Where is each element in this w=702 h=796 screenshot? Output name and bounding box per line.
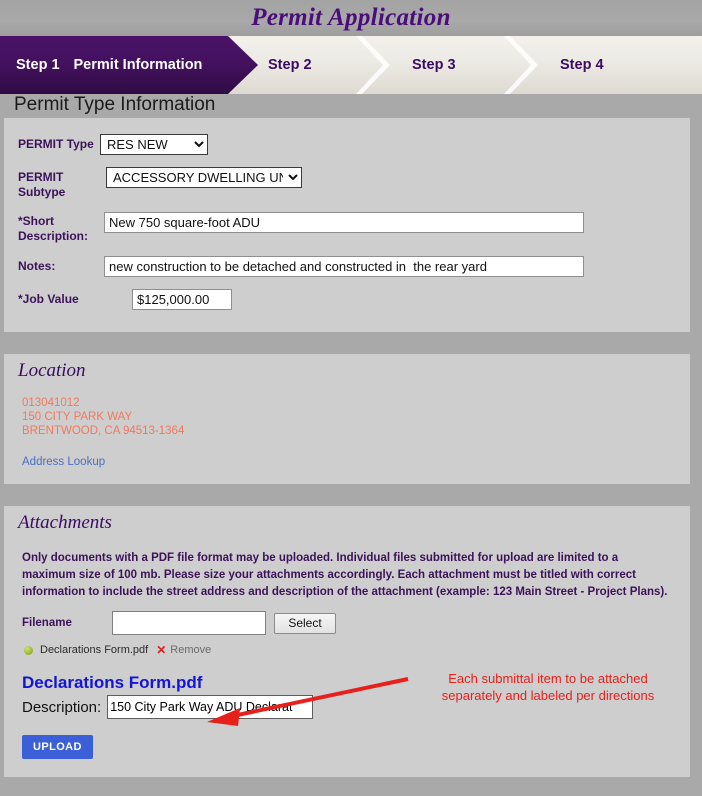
permit-application-page: Permit Application Step 1 Permit Informa… xyxy=(0,0,702,796)
row-notes: Notes: xyxy=(4,256,690,277)
short-description-input[interactable] xyxy=(104,212,584,233)
attachment-description-input[interactable] xyxy=(107,695,314,719)
page-title-bar: Permit Application xyxy=(0,0,702,36)
upload-button[interactable]: UPLOAD xyxy=(22,735,93,759)
permit-subtype-label-line1: PERMIT xyxy=(18,170,64,184)
notes-input[interactable] xyxy=(104,256,584,277)
short-description-label-line2: Description: xyxy=(18,229,89,243)
permit-subtype-label: PERMIT Subtype xyxy=(18,167,100,200)
remove-file-link[interactable]: Remove xyxy=(170,644,211,656)
permit-type-section-header: Permit Type Information xyxy=(0,94,702,118)
uploaded-file-name: Declarations Form.pdf xyxy=(40,644,149,656)
step-1-label: Permit Information xyxy=(73,57,203,73)
permit-subtype-label-line2: Subtype xyxy=(18,185,66,199)
step-4-number: Step 4 xyxy=(560,57,604,73)
wizard-step-bar: Step 1 Permit Information Step 2 Step 3 … xyxy=(0,36,702,94)
permit-type-select[interactable]: RES NEW xyxy=(100,134,208,155)
green-dot-icon xyxy=(24,645,33,655)
job-value-input[interactable] xyxy=(132,289,232,310)
attachment-description-label: Description: xyxy=(22,698,102,716)
filename-label: Filename xyxy=(22,617,72,629)
location-section-title: Location xyxy=(18,360,86,381)
row-permit-type: PERMIT Type RES NEW xyxy=(4,134,690,155)
step-3-number: Step 3 xyxy=(412,57,456,73)
permit-subtype-select[interactable]: ACCESSORY DWELLING UNIT xyxy=(106,167,302,188)
location-street: 150 CITY PARK WAY xyxy=(22,411,133,423)
filename-row: Filename Select xyxy=(4,601,690,635)
row-permit-subtype: PERMIT Subtype ACCESSORY DWELLING UNIT xyxy=(4,167,690,200)
tab-step-2[interactable]: Step 2 xyxy=(268,36,408,94)
short-description-label-line1: *Short xyxy=(18,214,54,228)
attachment-description-row: Description: xyxy=(4,693,690,719)
short-description-label: *Short Description: xyxy=(18,212,100,244)
notes-label: Notes: xyxy=(18,259,56,273)
location-parcel: 013041012 xyxy=(22,397,80,409)
page-title: Permit Application xyxy=(251,4,451,31)
attachment-document-title: Declarations Form.pdf xyxy=(22,673,203,692)
row-short-description: *Short Description: xyxy=(4,212,690,244)
row-job-value: *Job Value xyxy=(4,289,690,310)
tab-step-3[interactable]: Step 3 xyxy=(412,36,552,94)
filename-input[interactable] xyxy=(112,611,266,635)
job-value-label: *Job Value xyxy=(18,292,79,306)
location-separator-band xyxy=(0,332,702,354)
permit-type-label: PERMIT Type xyxy=(18,137,94,151)
step-2-number: Step 2 xyxy=(268,57,312,73)
location-section: Location 013041012 150 CITY PARK WAY BRE… xyxy=(0,354,702,484)
uploaded-file-row: Declarations Form.pdf ✕ Remove xyxy=(4,635,690,657)
address-lookup-link[interactable]: Address Lookup xyxy=(4,438,105,468)
location-address: 013041012 150 CITY PARK WAY BRENTWOOD, C… xyxy=(4,382,690,438)
permit-type-form: PERMIT Type RES NEW PERMIT Subtype ACCES… xyxy=(0,118,702,332)
location-citystatezip: BRENTWOOD, CA 94513-1364 xyxy=(22,425,185,437)
remove-x-icon[interactable]: ✕ xyxy=(156,643,166,657)
attachments-section-title: Attachments xyxy=(18,512,112,533)
select-file-button[interactable]: Select xyxy=(274,612,336,634)
step-1-number: Step 1 xyxy=(16,57,60,73)
tab-step-4[interactable]: Step 4 xyxy=(560,36,700,94)
tab-step-1[interactable]: Step 1 Permit Information xyxy=(0,36,258,94)
attachments-instructions: Only documents with a PDF file format ma… xyxy=(22,552,668,598)
attachments-section: Attachments Only documents with a PDF fi… xyxy=(0,506,702,777)
attachments-separator-band xyxy=(0,484,702,506)
